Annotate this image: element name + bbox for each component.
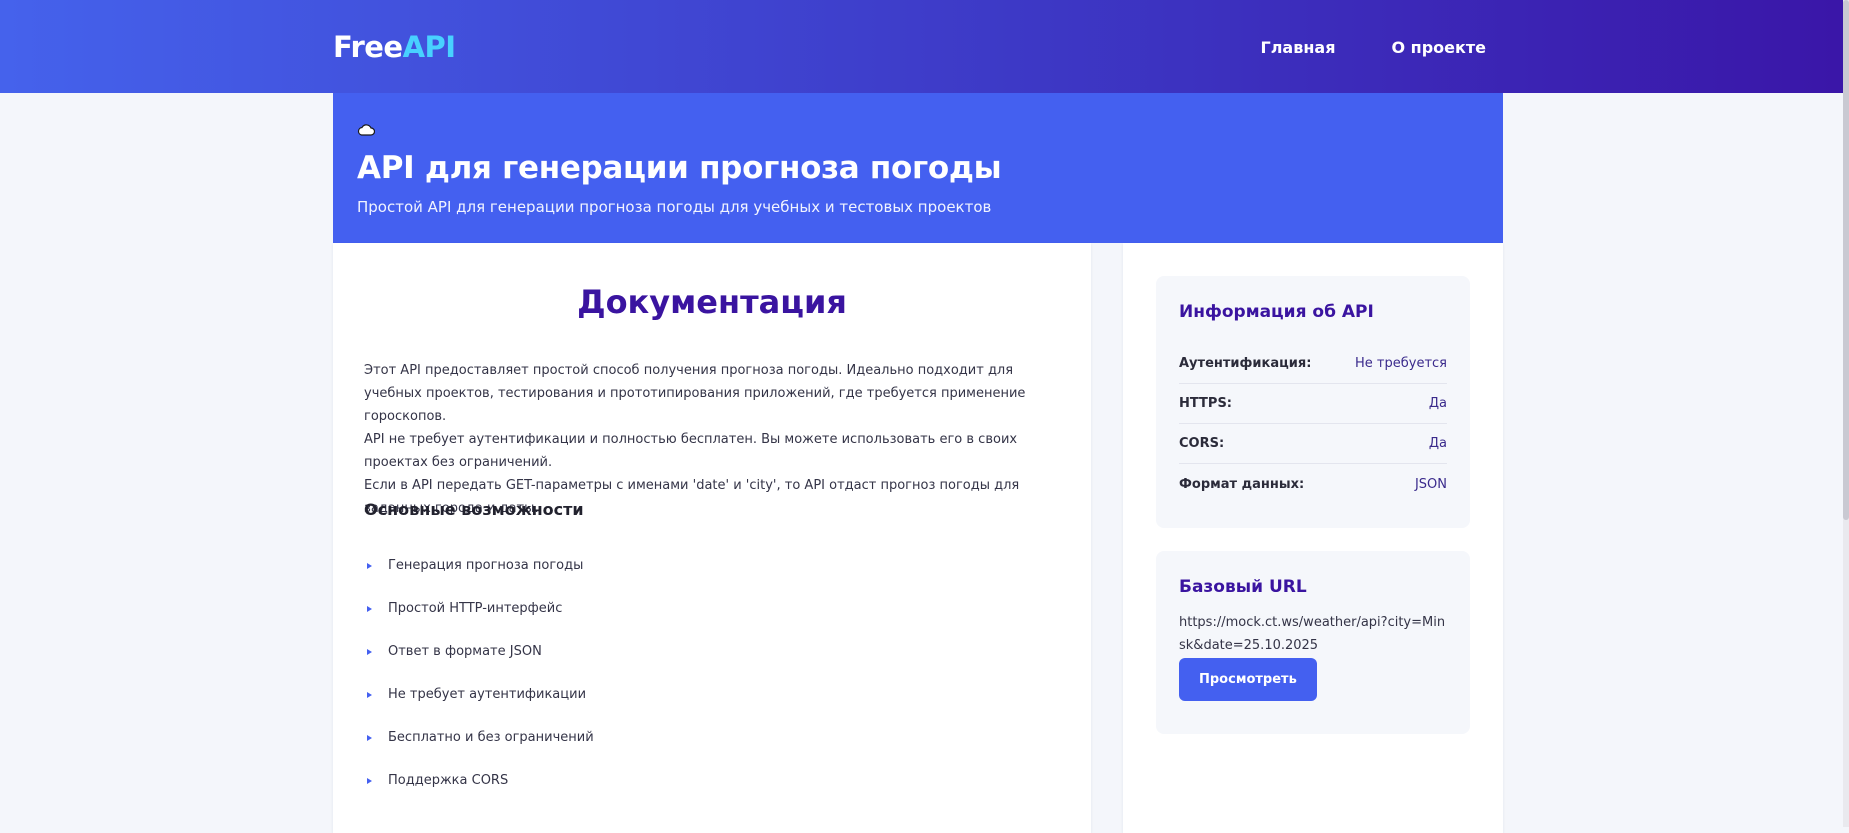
list-item: Не требует аутентификации [364,673,594,716]
documentation-text: Этот API предоставляет простой способ по… [364,359,1064,520]
info-row-https: HTTPS: Да [1179,384,1447,424]
documentation-card: Документация Этот API предоставляет прос… [333,243,1091,833]
page-title: API для генерации прогноза погоды [357,150,1002,186]
page-scrollbar[interactable] [1843,0,1849,827]
logo-accent-text: API [402,30,457,64]
logo-main-text: Free [333,30,403,64]
triangle-bullet-icon [367,734,372,741]
features-list: Генерация прогноза погоды Простой HTTP-и… [364,544,594,802]
base-url-box: Базовый URL https://mock.ct.ws/weather/a… [1156,551,1470,734]
triangle-bullet-icon [367,605,372,612]
list-item: Простой HTTP-интерфейс [364,587,594,630]
info-row-cors: CORS: Да [1179,424,1447,464]
main-nav: Главная О проекте [1261,38,1486,57]
list-item: Поддержка CORS [364,759,594,802]
cloud-icon [357,121,376,141]
base-url-text: https://mock.ct.ws/weather/api?city=Mins… [1179,615,1446,653]
nav-link-about[interactable]: О проекте [1391,38,1486,57]
base-url-title: Базовый URL [1179,577,1307,597]
scrollbar-thumb[interactable] [1843,0,1849,520]
view-button[interactable]: Просмотреть [1179,658,1317,701]
list-item: Бесплатно и без ограничений [364,716,594,759]
doc-paragraph: Этот API предоставляет простой способ по… [364,363,1026,424]
info-row-format: Формат данных: JSON [1179,476,1447,492]
api-info-title: Информация об API [1179,302,1374,322]
api-info-box: Информация об API Аутентификация: Не тре… [1156,276,1470,528]
triangle-bullet-icon [367,691,372,698]
triangle-bullet-icon [367,648,372,655]
page-subtitle: Простой API для генерации прогноза погод… [357,198,992,216]
info-row-auth: Аутентификация: Не требуется [1179,344,1447,384]
hero-banner: API для генерации прогноза погоды Просто… [333,93,1503,243]
sidebar: Информация об API Аутентификация: Не тре… [1123,243,1503,833]
nav-link-home[interactable]: Главная [1261,38,1336,57]
list-item: Генерация прогноза погоды [364,544,594,587]
top-navigation-bar: FreeAPI Главная О проекте [0,0,1843,93]
features-heading: Основные возможности [364,500,584,519]
triangle-bullet-icon [367,777,372,784]
logo[interactable]: FreeAPI [333,30,456,64]
doc-paragraph: API не требует аутентификации и полность… [364,432,1018,470]
list-item: Ответ в формате JSON [364,630,594,673]
triangle-bullet-icon [367,562,372,569]
documentation-heading: Документация [577,283,847,321]
